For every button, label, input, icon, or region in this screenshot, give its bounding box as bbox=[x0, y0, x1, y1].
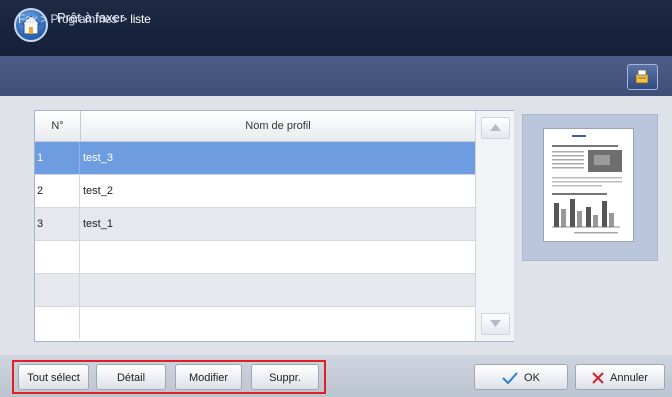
row-profile-name bbox=[81, 274, 475, 306]
document-thumbnail bbox=[543, 128, 634, 242]
row-number bbox=[35, 241, 80, 273]
row-number: 2 bbox=[35, 175, 80, 207]
job-status-icon bbox=[635, 69, 649, 84]
table-row[interactable]: 3 test_1 bbox=[35, 208, 475, 241]
table-row[interactable]: 2 test_2 bbox=[35, 175, 475, 208]
select-all-button[interactable]: Tout sélect bbox=[18, 364, 89, 390]
arrow-down-icon bbox=[490, 320, 501, 327]
row-number bbox=[35, 274, 80, 306]
profile-table: N° Nom de profil 1 test_3 2 test_2 3 tes… bbox=[34, 110, 514, 342]
row-number bbox=[35, 307, 80, 339]
arrow-up-icon bbox=[490, 124, 501, 131]
breadcrumb-path: Fax > Programmes > bbox=[18, 12, 131, 26]
x-icon bbox=[592, 372, 604, 384]
modify-button[interactable]: Modifier bbox=[175, 364, 242, 390]
cancel-button[interactable]: Annuler bbox=[575, 364, 665, 390]
row-profile-name: test_3 bbox=[83, 152, 113, 164]
row-profile-name bbox=[81, 307, 475, 339]
row-profile-name: test_2 bbox=[83, 185, 113, 197]
row-number: 3 bbox=[35, 208, 80, 240]
breadcrumb: Fax > Programmes > liste bbox=[18, 12, 151, 26]
detail-button[interactable]: Détail bbox=[96, 364, 166, 390]
document-thumbnail-image bbox=[552, 135, 622, 234]
column-header-profile-name[interactable]: Nom de profil bbox=[81, 111, 475, 141]
checkmark-icon bbox=[502, 372, 518, 385]
row-profile-name: test_1 bbox=[83, 218, 113, 230]
table-header: N° Nom de profil bbox=[35, 111, 475, 142]
row-number: 1 bbox=[35, 142, 80, 174]
cancel-label: Annuler bbox=[610, 372, 648, 384]
ok-label: OK bbox=[524, 372, 540, 384]
row-profile-name bbox=[81, 241, 475, 273]
breadcrumb-current: liste bbox=[130, 12, 151, 26]
scroll-down-button[interactable] bbox=[481, 313, 510, 335]
breadcrumb-bar bbox=[0, 56, 672, 96]
scroll-up-button[interactable] bbox=[481, 117, 510, 139]
delete-button[interactable]: Suppr. bbox=[251, 364, 319, 390]
document-preview bbox=[522, 114, 658, 261]
table-row[interactable]: 1 test_3 bbox=[35, 142, 475, 175]
ok-button[interactable]: OK bbox=[474, 364, 568, 390]
column-header-number[interactable]: N° bbox=[35, 111, 81, 141]
table-row[interactable] bbox=[35, 307, 475, 339]
top-bar bbox=[0, 0, 672, 56]
job-status-button[interactable] bbox=[627, 64, 658, 90]
table-row[interactable] bbox=[35, 274, 475, 307]
table-scrollbar[interactable] bbox=[475, 111, 514, 341]
table-row[interactable] bbox=[35, 241, 475, 274]
